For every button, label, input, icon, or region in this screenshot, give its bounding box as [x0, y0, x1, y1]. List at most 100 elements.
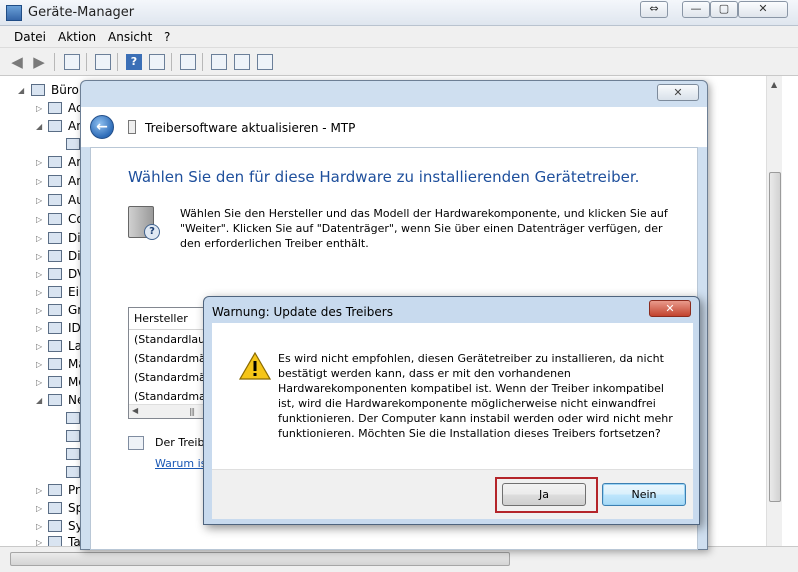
menu-bar: Datei Aktion Ansicht ? [0, 26, 798, 48]
window-title: Geräte-Manager [28, 5, 135, 20]
expand-arrow-icon[interactable]: ▷ [36, 486, 42, 495]
update-driver-icon[interactable] [211, 54, 227, 70]
expand-arrow-icon[interactable]: ▷ [36, 215, 42, 224]
no-button[interactable]: Nein [602, 483, 686, 506]
expand-arrow-icon[interactable]: ▷ [36, 104, 42, 113]
wizard-title: Treibersoftware aktualisieren - MTP [145, 121, 356, 135]
expand-arrow-icon[interactable]: ▷ [36, 270, 42, 279]
maximize-button[interactable]: ▢ [710, 1, 738, 18]
toolbar: ◀ ▶ ? [0, 48, 798, 76]
device-icon [128, 120, 136, 134]
scrollbar-thumb[interactable] [10, 552, 510, 566]
device-category-icon [48, 304, 62, 316]
network-adapter-icon [66, 412, 80, 424]
help-icon[interactable]: ? [126, 54, 142, 70]
show-hide-console-tree-icon[interactable] [64, 54, 80, 70]
device-category-icon [48, 120, 62, 132]
scroll-up-icon[interactable]: ▲ [771, 80, 777, 89]
dialog-body: Es wird nicht empfohlen, diesen Gerätetr… [212, 323, 693, 469]
properties-icon[interactable] [95, 54, 111, 70]
wizard-header: ← Treibersoftware aktualisieren - MTP [81, 107, 707, 147]
menu-help[interactable]: ? [164, 30, 170, 44]
dialog-footer: Ja Nein [212, 469, 693, 519]
warning-device-icon [66, 138, 80, 150]
expand-arrow-icon[interactable]: ▷ [36, 177, 42, 186]
expand-arrow-icon[interactable]: ▷ [36, 158, 42, 167]
tree-node[interactable]: Pr [68, 483, 80, 497]
expand-arrow-icon[interactable]: ▷ [36, 324, 42, 333]
action-pane-icon[interactable] [149, 54, 165, 70]
toolbar-separator [54, 53, 55, 71]
toolbar-separator [202, 53, 203, 71]
scroll-grip-icon[interactable]: ||| [189, 407, 195, 416]
title-bar: Geräte-Manager ⇔ — ▢ ✕ [0, 0, 798, 26]
device-manager-icon [6, 5, 22, 21]
monitor-icon [48, 376, 62, 388]
wizard-close-button[interactable]: ✕ [657, 84, 699, 101]
mouse-icon [48, 358, 62, 370]
expand-arrow-icon[interactable]: ▷ [36, 234, 42, 243]
expand-arrow-icon[interactable]: ▷ [36, 342, 42, 351]
forward-arrow-icon[interactable]: ▶ [31, 54, 47, 70]
system-icon [48, 520, 62, 532]
dialog-close-button[interactable]: ✕ [649, 300, 691, 317]
network-adapter-icon [66, 466, 80, 478]
tree-root-node[interactable]: Büro [51, 83, 79, 97]
menu-aktion[interactable]: Aktion [58, 30, 96, 44]
back-arrow-icon[interactable]: ◀ [9, 54, 25, 70]
device-category-icon [48, 250, 62, 262]
back-button[interactable]: ← [90, 115, 114, 139]
expand-arrow-icon[interactable]: ▷ [36, 306, 42, 315]
close-button[interactable]: ✕ [738, 1, 788, 18]
minimize-button[interactable]: — [682, 1, 710, 18]
processor-icon [48, 484, 62, 496]
computer-icon [31, 84, 45, 96]
vertical-scrollbar[interactable]: ▲ [766, 76, 782, 546]
toolbar-separator [171, 53, 172, 71]
wizard-description: Wählen Sie den Hersteller und das Modell… [180, 207, 668, 250]
scan-hardware-icon[interactable] [180, 54, 196, 70]
toolbar-separator [117, 53, 118, 71]
device-category-icon [48, 156, 62, 168]
toolbar-separator [86, 53, 87, 71]
device-category-icon [48, 286, 62, 298]
question-icon: ? [144, 224, 160, 240]
signed-driver-text: Der Treib [155, 436, 205, 449]
menu-ansicht[interactable]: Ansicht [108, 30, 152, 44]
device-category-icon [48, 175, 62, 187]
expand-arrow-icon[interactable]: ▷ [36, 252, 42, 261]
expand-arrow-icon[interactable]: ▷ [36, 378, 42, 387]
swap-window-button[interactable]: ⇔ [640, 1, 668, 18]
device-category-icon [48, 102, 62, 114]
signed-driver-icon [128, 436, 144, 450]
uninstall-device-icon[interactable] [234, 54, 250, 70]
expand-arrow-icon[interactable]: ▷ [36, 288, 42, 297]
wizard-heading: Wählen Sie den für diese Hardware zu ins… [128, 168, 640, 186]
menu-datei[interactable]: Datei [14, 30, 46, 44]
storage-icon [48, 502, 62, 514]
enable-device-icon[interactable] [257, 54, 273, 70]
device-category-icon [48, 213, 62, 225]
network-icon [48, 394, 62, 406]
yes-button[interactable]: Ja [502, 483, 586, 506]
network-adapter-icon [66, 448, 80, 460]
expand-arrow-icon[interactable]: ▷ [36, 360, 42, 369]
warning-message: Es wird nicht empfohlen, diesen Gerätetr… [278, 352, 673, 440]
device-category-icon [48, 322, 62, 334]
signing-info-link[interactable]: Warum is [155, 457, 206, 470]
warning-icon [239, 352, 271, 380]
device-category-icon [48, 194, 62, 206]
device-category-icon [48, 268, 62, 280]
network-adapter-icon [66, 430, 80, 442]
device-category-icon [48, 232, 62, 244]
expand-arrow-icon[interactable]: ▷ [36, 196, 42, 205]
dialog-title: Warnung: Update des Treibers [212, 305, 393, 319]
expand-arrow-icon[interactable]: ◢ [18, 86, 24, 95]
expand-arrow-icon[interactable]: ▷ [36, 522, 42, 531]
scroll-left-icon[interactable]: ◀ [132, 406, 138, 415]
scrollbar-thumb[interactable] [769, 172, 781, 502]
driver-warning-dialog: Warnung: Update des Treibers ✕ Es wird n… [203, 296, 700, 525]
expand-arrow-icon[interactable]: ◢ [36, 396, 42, 405]
expand-arrow-icon[interactable]: ◢ [36, 122, 42, 131]
expand-arrow-icon[interactable]: ▷ [36, 504, 42, 513]
